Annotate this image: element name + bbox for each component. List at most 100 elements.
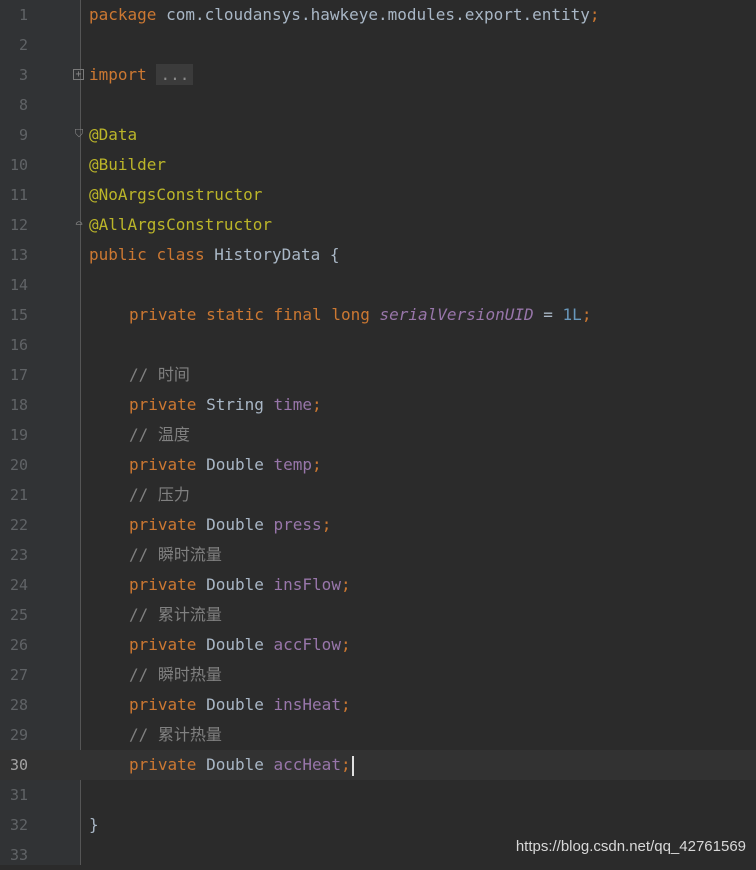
code-line[interactable]: 16 [0,330,756,360]
line-code[interactable]: private Double temp; [129,450,322,480]
line-code[interactable]: private static final long serialVersionU… [129,300,591,330]
current-code-line[interactable]: 30 private Double accHeat; [0,750,756,780]
fold-expand-icon[interactable]: + [73,69,84,80]
folded-imports-placeholder[interactable]: ... [156,64,194,85]
keyword: private [129,305,197,324]
line-code[interactable]: private Double insFlow; [129,570,351,600]
code-line[interactable]: 8 [0,90,756,120]
line-number: 12 [9,216,28,234]
class-name: HistoryData [214,245,321,264]
code-line[interactable]: 15 private static final long serialVersi… [0,300,756,330]
keyword: import [89,65,147,84]
code-line[interactable]: 27 // 瞬时热量 [0,660,756,690]
keyword: private [129,455,197,474]
line-number: 24 [9,576,28,594]
keyword: private [129,635,197,654]
semicolon: ; [340,755,351,774]
line-code[interactable]: package com.cloudansys.hawkeye.modules.e… [89,0,600,30]
code-line[interactable]: 22 private Double press; [0,510,756,540]
code-line[interactable]: 21 // 压力 [0,480,756,510]
line-number: 15 [9,306,28,324]
fold-collapse-icon[interactable]: ⛉ [73,128,85,140]
annotation[interactable]: @NoArgsConstructor [89,180,262,210]
line-number: 33 [9,846,28,864]
line-code[interactable]: private Double press; [129,510,331,540]
line-code[interactable]: public class HistoryData { [89,240,340,270]
code-line[interactable]: 20 private Double temp; [0,450,756,480]
line-code[interactable]: private Double insHeat; [129,690,351,720]
line-number: 26 [9,636,28,654]
line-number: 1 [18,6,28,24]
line-code[interactable]: import ... [89,60,194,90]
code-line[interactable]: 25 // 累计流量 [0,600,756,630]
line-code[interactable]: private Double accFlow; [129,630,351,660]
code-line[interactable]: 2 [0,30,756,60]
field-type: Double [206,635,264,654]
code-line[interactable]: 26 private Double accFlow; [0,630,756,660]
text-caret [351,755,354,776]
line-number: 13 [9,246,28,264]
comment[interactable]: // 压力 [129,480,190,510]
line-code[interactable]: private Double accHeat; [129,750,354,780]
closing-brace[interactable]: } [89,810,99,840]
keyword: package [89,5,157,24]
line-number: 29 [9,726,28,744]
code-line[interactable]: 29 // 累计热量 [0,720,756,750]
code-line[interactable]: 19 // 温度 [0,420,756,450]
line-number: 11 [9,186,28,204]
code-line[interactable]: 24 private Double insFlow; [0,570,756,600]
line-number: 23 [9,546,28,564]
line-number: 16 [9,336,28,354]
keyword: private [129,755,197,774]
code-line[interactable]: 18 private String time; [0,390,756,420]
semicolon: ; [340,695,351,714]
code-editor[interactable]: 1 package com.cloudansys.hawkeye.modules… [0,0,756,865]
keyword: final [273,305,322,324]
code-line[interactable]: 14 [0,270,756,300]
comment[interactable]: // 瞬时流量 [129,540,222,570]
fold-end-icon[interactable]: ⌓ [73,218,85,230]
annotation[interactable]: @AllArgsConstructor [89,210,272,240]
field-name: insFlow [273,575,341,594]
field-name: temp [273,455,313,474]
line-number: 8 [18,96,28,114]
line-number: 9 [18,126,28,144]
code-line[interactable]: 13 public class HistoryData { [0,240,756,270]
line-number: 22 [9,516,28,534]
comment[interactable]: // 瞬时热量 [129,660,222,690]
line-number: 21 [9,486,28,504]
field-type: Double [206,575,264,594]
code-line[interactable]: 10 @Builder [0,150,756,180]
field-type: Double [206,695,264,714]
comment[interactable]: // 温度 [129,420,190,450]
code-line[interactable]: 28 private Double insHeat; [0,690,756,720]
annotation[interactable]: @Builder [89,150,166,180]
line-number: 27 [9,666,28,684]
code-line[interactable]: 1 package com.cloudansys.hawkeye.modules… [0,0,756,30]
code-line[interactable]: 32 } [0,810,756,840]
line-number: 20 [9,456,28,474]
field-name: insHeat [273,695,341,714]
comment[interactable]: // 时间 [129,360,190,390]
keyword: private [129,395,197,414]
code-line[interactable]: 31 [0,780,756,810]
field-name: accHeat [273,755,341,774]
keyword: private [129,575,197,594]
code-line[interactable]: 3 + import ... [0,60,756,90]
line-code[interactable]: private String time; [129,390,322,420]
field-type: Double [206,515,264,534]
field-name: accFlow [273,635,341,654]
code-line[interactable]: 9 ⛉ @Data [0,120,756,150]
line-number: 28 [9,696,28,714]
equals: = [543,305,553,324]
code-line[interactable]: 11 @NoArgsConstructor [0,180,756,210]
keyword: class [156,245,205,264]
code-line[interactable]: 17 // 时间 [0,360,756,390]
annotation[interactable]: @Data [89,120,137,150]
code-line[interactable]: 12 ⌓ @AllArgsConstructor [0,210,756,240]
line-number: 2 [18,36,28,54]
comment[interactable]: // 累计热量 [129,720,222,750]
comment[interactable]: // 累计流量 [129,600,222,630]
keyword: private [129,695,197,714]
code-line[interactable]: 23 // 瞬时流量 [0,540,756,570]
